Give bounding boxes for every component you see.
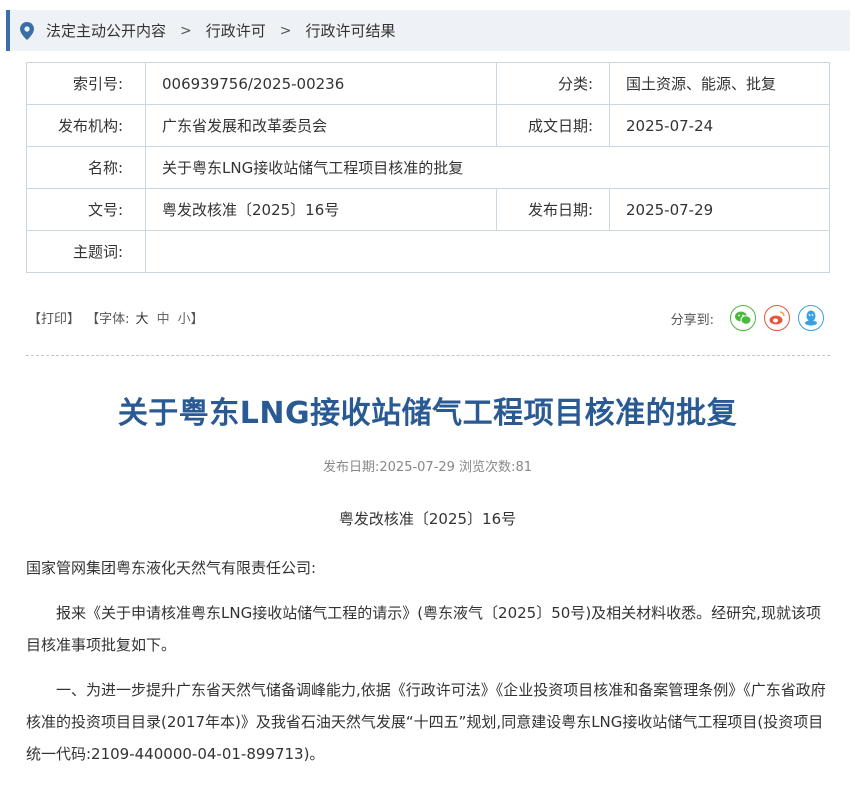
article-paragraph: 国家管网集团粤东液化天然气有限责任公司: (26, 559, 317, 577)
qq-share-icon[interactable] (798, 305, 824, 331)
meta-row: 索引号: 006939756/2025-00236 分类: 国土资源、能源、批复 (26, 62, 830, 105)
article-title: 关于粤东LNG接收站储气工程项目核准的批复 (117, 396, 738, 431)
font-medium-button[interactable]: 中 (157, 312, 170, 327)
article-pub-info: 发布日期:2025-07-29 浏览次数:81 (323, 460, 532, 475)
written-date-value: 2025-07-24 (609, 104, 830, 147)
article-paragraph: 报来《关于申请核准粤东LNG接收站储气工程的请示》(粤东液气〔2025〕50号)… (26, 604, 821, 654)
docno-value: 粤发改核准〔2025〕16号 (145, 188, 497, 231)
breadcrumb-item-public-content[interactable]: 法定主动公开内容 (46, 20, 166, 41)
written-date-label: 成文日期: (496, 104, 610, 147)
wechat-share-icon[interactable] (730, 305, 756, 331)
share-label: 分享到: (670, 312, 714, 328)
subject-value (145, 230, 830, 273)
meta-row: 主题词: (26, 230, 830, 273)
breadcrumb-item-license-result[interactable]: 行政许可结果 (306, 20, 396, 41)
dashed-divider (26, 355, 830, 356)
document-meta-table: 索引号: 006939756/2025-00236 分类: 国土资源、能源、批复… (26, 62, 830, 273)
chevron-right-icon: > (279, 22, 292, 39)
publisher-value: 广东省发展和改革委员会 (145, 104, 497, 147)
article-body: 国家管网集团粤东液化天然气有限责任公司: 报来《关于申请核准粤东LNG接收站储气… (26, 552, 832, 783)
article-paragraph: 一、为进一步提升广东省天然气储备调峰能力,依据《行政许可法》《企业投资项目核准和… (26, 681, 826, 763)
category-value: 国土资源、能源、批复 (609, 62, 830, 105)
meta-row: 发布机构: 广东省发展和改革委员会 成文日期: 2025-07-24 (26, 104, 830, 147)
index-label: 索引号: (26, 62, 146, 105)
location-pin-icon (20, 21, 34, 40)
font-small-button[interactable]: 小 (178, 312, 191, 327)
weibo-share-icon[interactable] (764, 305, 790, 331)
article-toolbar: 【打印】 【字体: 大中小】 分享到: (26, 305, 830, 331)
chevron-right-icon: > (180, 22, 192, 39)
category-label: 分类: (496, 62, 610, 105)
docno-label: 文号: (26, 188, 146, 231)
pub-date-value: 2025-07-29 (609, 188, 830, 231)
name-label: 名称: (26, 146, 146, 189)
meta-row: 名称: 关于粤东LNG接收站储气工程项目核准的批复 (26, 146, 830, 189)
font-size-suffix: 】 (190, 312, 204, 327)
name-value: 关于粤东LNG接收站储气工程项目核准的批复 (145, 146, 830, 189)
publisher-label: 发布机构: (26, 104, 146, 147)
print-button[interactable]: 【打印】 (28, 312, 80, 327)
pub-date-label: 发布日期: (496, 188, 610, 231)
font-large-button[interactable]: 大 (136, 312, 149, 327)
index-value: 006939756/2025-00236 (145, 62, 497, 105)
article-doc-number: 粤发改核准〔2025〕16号 (338, 510, 517, 528)
meta-row: 文号: 粤发改核准〔2025〕16号 发布日期: 2025-07-29 (26, 188, 830, 231)
breadcrumb-item-admin-license[interactable]: 行政许可 (206, 20, 266, 41)
breadcrumb: 法定主动公开内容 > 行政许可 > 行政许可结果 (6, 10, 850, 51)
subject-label: 主题词: (26, 230, 146, 273)
font-size-prefix: 【字体: (86, 312, 130, 327)
